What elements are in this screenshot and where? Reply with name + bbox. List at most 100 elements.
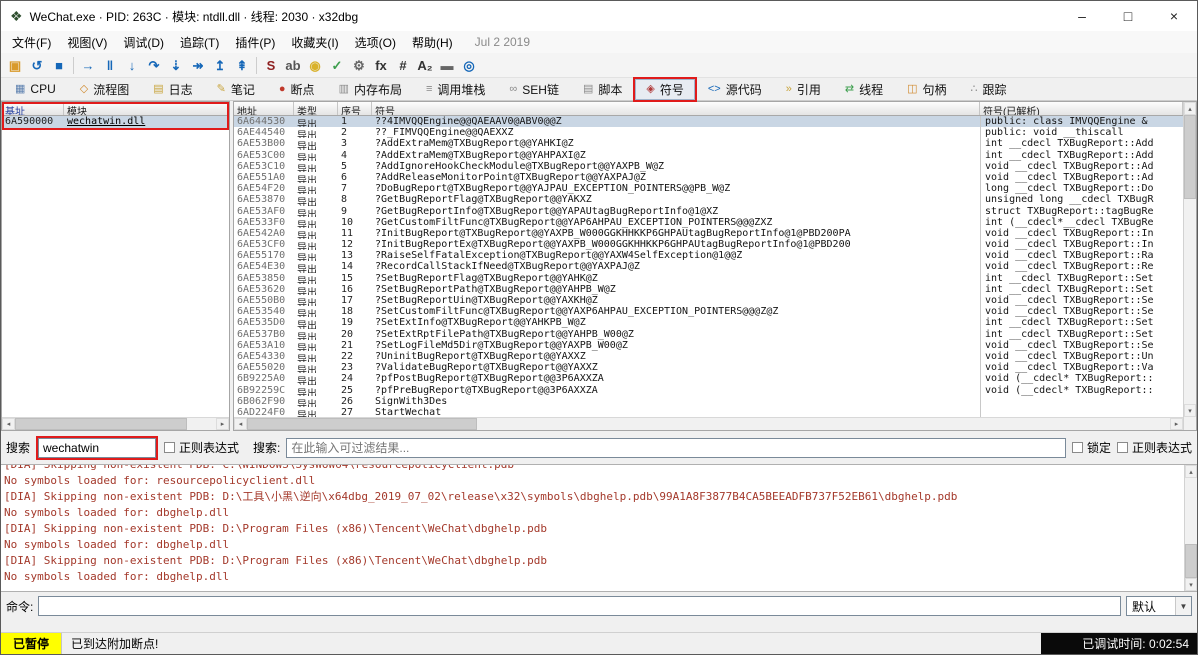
column-header-type[interactable]: 类型	[294, 102, 338, 115]
step-into-icon[interactable]: ↓	[121, 54, 143, 76]
symbol-row[interactable]: 6AE55020导出23?ValidateBugReport@TXBugRepo…	[234, 362, 1183, 373]
gear-icon[interactable]: ⚙	[348, 54, 370, 76]
symbol-row[interactable]: 6AE542A0导出11?InitBugReport@TXBugReport@@…	[234, 228, 1183, 239]
tab-call-stack[interactable]: ≡调用堆栈	[415, 79, 496, 100]
scrollbar-thumb[interactable]	[1184, 115, 1196, 199]
tab-memory-map[interactable]: ▥内存布局	[328, 79, 413, 100]
column-header-ordinal[interactable]: 序号	[338, 102, 372, 115]
symbol-row[interactable]: 6AE550B0导出17?SetBugReportUin@TXBugReport…	[234, 295, 1183, 306]
tab-graph[interactable]: ◇流程图	[69, 79, 140, 100]
fx-icon[interactable]: fx	[370, 54, 392, 76]
symbol-row[interactable]: 6AE44540导出2??_FIMVQQEngine@@QAEXXZpublic…	[234, 127, 1183, 138]
scroll-right-icon[interactable]: ▸	[216, 418, 229, 430]
symbol-row[interactable]: 6AE53540导出18?SetCustomFiltFunc@TXBugRepo…	[234, 306, 1183, 317]
symbol-row[interactable]: 6B062F90导出26SignWith3Des	[234, 396, 1183, 407]
scroll-down-icon[interactable]: ▾	[1184, 404, 1196, 417]
graph-icon[interactable]: ◉	[304, 54, 326, 76]
check-icon[interactable]: ✓	[326, 54, 348, 76]
symbol-regex-checkbox[interactable]	[1117, 442, 1128, 453]
column-header-symbol[interactable]: 符号	[372, 102, 980, 115]
module-regex-checkbox[interactable]	[164, 442, 175, 453]
menu-item-选项[interactable]: 选项(O)	[347, 32, 404, 53]
restart-icon[interactable]: ↺	[26, 54, 48, 76]
step-over-icon[interactable]: ↷	[143, 54, 165, 76]
lock-checkbox[interactable]	[1072, 442, 1083, 453]
run-icon[interactable]: →	[77, 54, 99, 76]
run-to-user-code-icon[interactable]: ⇞	[231, 54, 253, 76]
close-button[interactable]: ×	[1151, 1, 1197, 31]
menu-item-收藏夹[interactable]: 收藏夹(I)	[283, 32, 346, 53]
command-input[interactable]	[38, 596, 1121, 616]
execute-till-return-icon[interactable]: ↥	[209, 54, 231, 76]
scroll-down-icon[interactable]: ▾	[1185, 578, 1197, 591]
symbol-row[interactable]: 6AE53AF0导出9?GetBugReportInfo@TXBugReport…	[234, 206, 1183, 217]
trace-into-icon[interactable]: ⇣	[165, 54, 187, 76]
symbol-row[interactable]: 6AE551A0导出6?AddReleaseMonitorPoint@TXBug…	[234, 172, 1183, 183]
maximize-button[interactable]: □	[1105, 1, 1151, 31]
symbol-row[interactable]: 6AE53A10导出21?SetLogFileMd5Dir@TXBugRepor…	[234, 340, 1183, 351]
scroll-left-icon[interactable]: ◂	[234, 418, 247, 430]
scroll-up-icon[interactable]: ▴	[1184, 102, 1196, 115]
pause-icon[interactable]: ‖	[99, 54, 121, 76]
tab-log[interactable]: ▤日志	[142, 79, 203, 100]
column-header-address[interactable]: 地址	[234, 102, 294, 115]
symbol-row[interactable]: 6AE53C00导出4?AddExtraMem@TXBugReport@@YAH…	[234, 150, 1183, 161]
symbol-row[interactable]: 6AE537B0导出20?SetExtRptFilePath@TXBugRepo…	[234, 329, 1183, 340]
tab-source[interactable]: <>源代码	[697, 79, 773, 100]
symbol-row[interactable]: 6AE54330导出22?UninitBugReport@TXBugReport…	[234, 351, 1183, 362]
scroll-right-icon[interactable]: ▸	[1170, 418, 1183, 430]
stop-icon[interactable]: ■	[48, 54, 70, 76]
tab-references[interactable]: »引用	[775, 79, 832, 100]
menu-item-视图[interactable]: 视图(V)	[59, 32, 115, 53]
symbol-row[interactable]: 6AE533F0导出10?GetCustomFiltFunc@TXBugRepo…	[234, 217, 1183, 228]
symbol-row[interactable]: 6AE53870导出8?GetBugReportFlag@TXBugReport…	[234, 194, 1183, 205]
symbol-row[interactable]: 6B9225A0导出24?pfPostBugReport@TXBugReport…	[234, 373, 1183, 384]
settings-icon[interactable]: S	[260, 54, 282, 76]
symbol-row[interactable]: 6AE535D0导出19?SetExtInfo@TXBugReport@@YAH…	[234, 317, 1183, 328]
menu-item-帮助[interactable]: 帮助(H)	[404, 32, 461, 53]
trace-over-icon[interactable]: ↠	[187, 54, 209, 76]
module-row[interactable]: 6A590000wechatwin.dll	[2, 116, 229, 128]
column-header-module[interactable]: 模块	[64, 102, 229, 115]
tab-threads[interactable]: ⇄线程	[834, 79, 894, 100]
scroll-up-icon[interactable]: ▴	[1185, 465, 1197, 478]
open-file-icon[interactable]: ▣	[4, 54, 26, 76]
scrollbar-thumb[interactable]	[1185, 544, 1197, 578]
command-profile-select[interactable]: 默认 ▼	[1126, 596, 1192, 616]
patch-icon[interactable]: ▬	[436, 54, 458, 76]
tab-notes[interactable]: ✎笔记	[206, 79, 266, 100]
symbol-row[interactable]: 6AE54F20导出7?DoBugReport@TXBugReport@@YAJ…	[234, 183, 1183, 194]
globe-icon[interactable]: ◎	[458, 54, 480, 76]
symbol-row[interactable]: 6A644530导出1??4IMVQQEngine@@QAEAAV0@ABV0@…	[234, 116, 1183, 127]
symbol-row[interactable]: 6AE55170导出13?RaiseSelfFatalException@TXB…	[234, 250, 1183, 261]
menu-item-调试[interactable]: 调试(D)	[115, 32, 172, 53]
tab-breakpoints[interactable]: ●断点	[268, 79, 326, 100]
symbol-row[interactable]: 6AE53620导出16?SetBugReportPath@TXBugRepor…	[234, 284, 1183, 295]
strings-icon[interactable]: ab	[282, 54, 304, 76]
menu-item-文件[interactable]: 文件(F)	[4, 32, 59, 53]
symbol-row[interactable]: 6AD224F0导出27StartWechat	[234, 407, 1183, 417]
minimize-button[interactable]: –	[1059, 1, 1105, 31]
symbol-row[interactable]: 6AE53C10导出5?AddIgnoreHookCheckModule@TXB…	[234, 161, 1183, 172]
symbol-row[interactable]: 6AE53850导出15?SetBugReportFlag@TXBugRepor…	[234, 273, 1183, 284]
tab-seh[interactable]: ∞SEH链	[498, 79, 570, 100]
scroll-left-icon[interactable]: ◂	[2, 418, 15, 430]
scrollbar-thumb[interactable]	[247, 418, 477, 430]
module-search-input[interactable]	[38, 438, 156, 458]
tab-symbols[interactable]: ◈符号	[635, 79, 694, 100]
column-header-symbol-demangled[interactable]: 符号(已解析)	[980, 102, 1183, 115]
symbol-search-input[interactable]	[286, 438, 1066, 458]
scrollbar-thumb[interactable]	[15, 418, 187, 430]
symbol-row[interactable]: 6AE53CF0导出12?InitBugReportEx@TXBugReport…	[234, 239, 1183, 250]
calculator-icon[interactable]: #	[392, 54, 414, 76]
tab-handles[interactable]: ◫句柄	[896, 79, 957, 100]
symbol-row[interactable]: 6B92259C导出25?pfPreBugReport@TXBugReport@…	[234, 385, 1183, 396]
tab-trace[interactable]: ∴跟踪	[960, 79, 1018, 100]
tab-script[interactable]: ▤脚本	[572, 79, 633, 100]
symbol-row[interactable]: 6AE53B00导出3?AddExtraMem@TXBugReport@@YAH…	[234, 138, 1183, 149]
menu-item-插件[interactable]: 插件(P)	[227, 32, 283, 53]
symbol-row[interactable]: 6AE54E30导出14?RecordCallStackIfNeed@TXBug…	[234, 261, 1183, 272]
menu-item-追踪[interactable]: 追踪(T)	[172, 32, 227, 53]
tab-cpu[interactable]: ▦CPU	[4, 79, 67, 100]
font-icon[interactable]: A₂	[414, 54, 436, 76]
